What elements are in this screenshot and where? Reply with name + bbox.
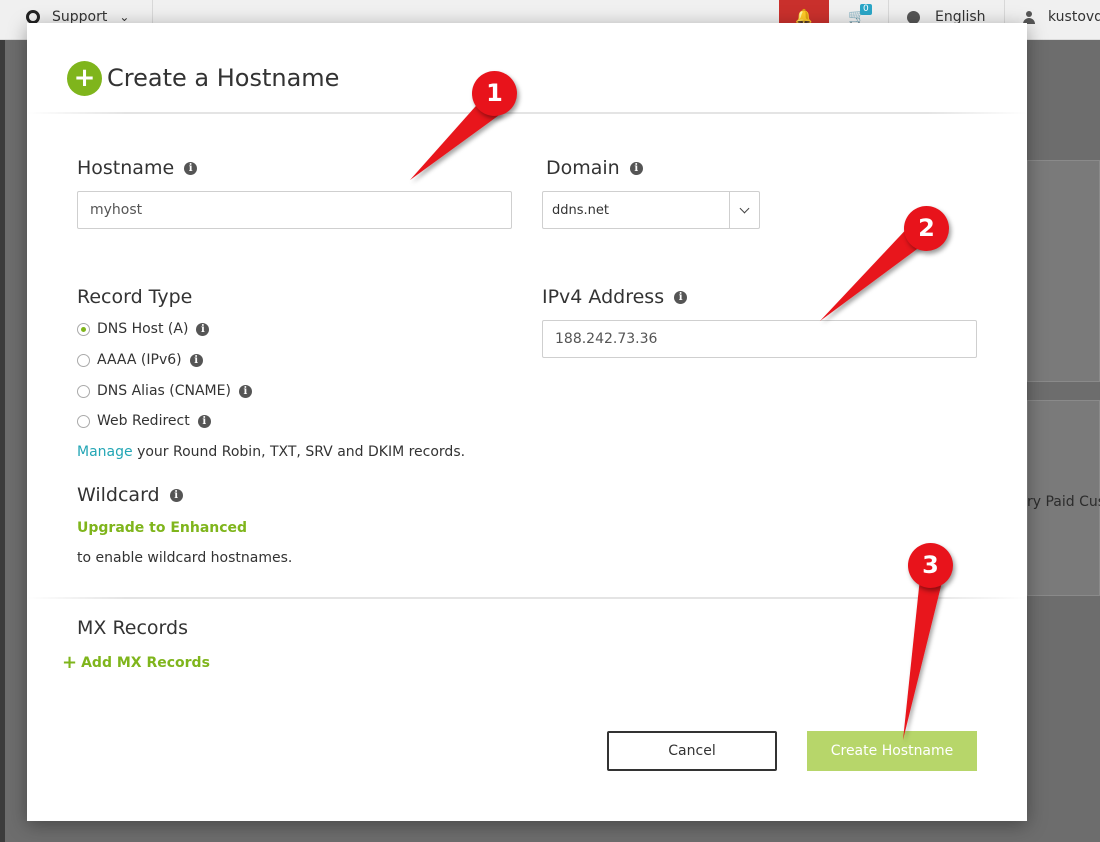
mx-records-label: MX Records [77, 617, 188, 639]
upgrade-enhanced-link[interactable]: Upgrade to Enhanced [77, 520, 247, 536]
background-panel [1027, 160, 1100, 382]
left-sidebar-strip [0, 40, 5, 842]
domain-label-text: Domain [546, 157, 620, 179]
ipv4-label-text: IPv4 Address [542, 286, 665, 308]
info-icon[interactable]: i [629, 161, 643, 175]
radio-dns-alias[interactable]: DNS Alias (CNAME) i [77, 383, 252, 399]
plus-icon: + [62, 652, 78, 673]
radio-web-redirect[interactable]: Web Redirect i [77, 413, 211, 429]
chevron-down-icon[interactable] [729, 192, 759, 228]
manage-link[interactable]: Manage [77, 444, 133, 460]
radio-button[interactable] [77, 322, 90, 336]
radio-dns-host[interactable]: DNS Host (A) i [77, 321, 210, 337]
radio-button[interactable] [77, 384, 90, 398]
info-icon[interactable]: i [674, 290, 688, 304]
radio-aaaa[interactable]: AAAA (IPv6) i [77, 352, 203, 368]
info-icon[interactable]: i [189, 353, 203, 367]
hostname-label-text: Hostname [77, 157, 175, 179]
cancel-button[interactable]: Cancel [607, 731, 777, 771]
radio-label: AAAA (IPv6) [97, 352, 182, 368]
domain-selected-value: ddns.net [552, 202, 609, 218]
radio-button[interactable] [77, 414, 90, 428]
annotation-badge-3: 3 [908, 543, 953, 588]
domain-label: Domain i [546, 157, 643, 179]
manage-records-text: Manage your Round Robin, TXT, SRV and DK… [77, 444, 465, 460]
radio-label: DNS Host (A) [97, 321, 189, 337]
info-icon[interactable]: i [169, 488, 183, 502]
hostname-label: Hostname i [77, 157, 198, 179]
lifebuoy-icon [26, 10, 40, 24]
record-type-label: Record Type [77, 286, 192, 308]
create-hostname-button[interactable]: Create Hostname [807, 731, 977, 771]
ipv4-input[interactable] [542, 320, 977, 358]
cart-count-badge: 0 [860, 4, 872, 15]
hostname-input[interactable] [77, 191, 512, 229]
radio-label: DNS Alias (CNAME) [97, 383, 231, 399]
plus-circle-icon: + [67, 61, 102, 96]
add-mx-records-label: Add MX Records [81, 654, 210, 671]
ipv4-label: IPv4 Address i [542, 286, 688, 308]
manage-records-description: your Round Robin, TXT, SRV and DKIM reco… [132, 444, 466, 460]
info-icon[interactable]: i [197, 414, 211, 428]
username: kustovd [1048, 9, 1100, 25]
globe-icon [907, 10, 920, 24]
add-mx-records-link[interactable]: + Add MX Records [62, 652, 210, 673]
info-icon[interactable]: i [184, 161, 198, 175]
modal-title: Create a Hostname [107, 64, 340, 92]
radio-label: Web Redirect [97, 413, 190, 429]
create-hostname-modal: + Create a Hostname Hostname i Domain i … [27, 23, 1027, 821]
modal-header: + Create a Hostname [27, 23, 1027, 114]
header-divider [27, 112, 1027, 114]
wildcard-label: Wildcard i [77, 484, 183, 506]
annotation-badge-2: 2 [904, 206, 949, 251]
wildcard-label-text: Wildcard [77, 484, 160, 506]
info-icon[interactable]: i [196, 322, 210, 336]
wildcard-note: to enable wildcard hostnames. [77, 550, 293, 566]
info-icon[interactable]: i [238, 384, 252, 398]
user-menu[interactable]: kustovd [1023, 0, 1100, 34]
section-divider [27, 597, 1027, 599]
mx-records-label-text: MX Records [77, 617, 188, 639]
domain-select[interactable]: ddns.net [542, 191, 760, 229]
record-type-label-text: Record Type [77, 286, 193, 308]
chevron-down-icon: ⌄ [119, 10, 130, 24]
background-partial-text: ry Paid Cus [1027, 494, 1100, 510]
radio-button[interactable] [77, 353, 90, 367]
annotation-badge-1: 1 [472, 71, 517, 116]
user-icon [1023, 10, 1035, 24]
